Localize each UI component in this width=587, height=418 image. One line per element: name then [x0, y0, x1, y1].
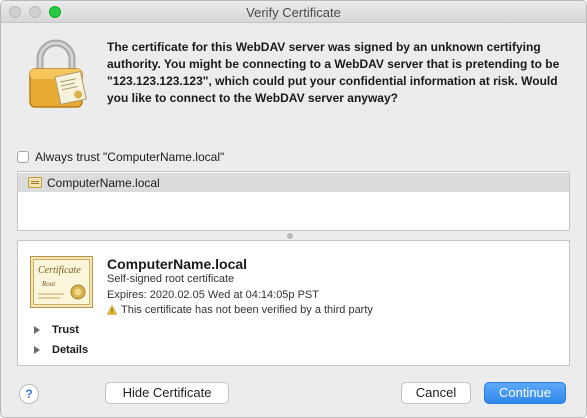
always-trust-checkbox[interactable] [17, 151, 29, 163]
trust-disclosure-label[interactable]: Trust [52, 324, 79, 336]
certificate-warning: This certificate has not been verified b… [107, 304, 373, 316]
certificate-badge-subtitle: Root [41, 280, 56, 288]
lock-icon [29, 39, 87, 108]
disclosure-triangle-icon[interactable] [34, 326, 40, 334]
cancel-button[interactable]: Cancel [401, 382, 471, 404]
certificate-badge-title: Certificate [38, 265, 81, 276]
certificate-type: Self-signed root certificate [107, 273, 235, 285]
certificate-expiry: Expires: 2020.02.05 Wed at 04:14:05p PST [107, 289, 319, 301]
details-disclosure-label[interactable]: Details [52, 344, 88, 356]
split-view-handle[interactable] [287, 233, 293, 239]
title-bar[interactable]: Verify Certificate [1, 1, 586, 23]
certificate-icon: Certificate Root [30, 256, 93, 308]
disclosure-triangle-icon[interactable] [34, 346, 40, 354]
verify-certificate-dialog: Verify Certificate The certificate for t… [0, 0, 587, 418]
certificate-warning-text: This certificate has not been verified b… [121, 304, 373, 316]
warning-message: The certificate for this WebDAV server w… [107, 40, 560, 105]
always-trust-row[interactable]: Always trust "ComputerName.local" [17, 150, 224, 164]
details-disclosure[interactable]: Details [34, 344, 88, 356]
help-button[interactable]: ? [19, 384, 39, 404]
certificate-name: ComputerName.local [107, 256, 248, 272]
always-trust-label[interactable]: Always trust "ComputerName.local" [35, 150, 224, 164]
continue-button[interactable]: Continue [484, 382, 566, 404]
trust-disclosure[interactable]: Trust [34, 324, 79, 336]
certificate-icon [28, 177, 42, 188]
certificate-details-panel: Certificate Root ComputerName.local Self… [17, 240, 570, 366]
certificate-list-item[interactable]: ComputerName.local [18, 173, 569, 192]
certificate-list[interactable]: ComputerName.local [17, 171, 570, 231]
certificate-list-item-label: ComputerName.local [47, 175, 160, 190]
window-title: Verify Certificate [246, 5, 341, 20]
hide-certificate-button[interactable]: Hide Certificate [105, 382, 229, 404]
warning-icon [107, 305, 117, 315]
